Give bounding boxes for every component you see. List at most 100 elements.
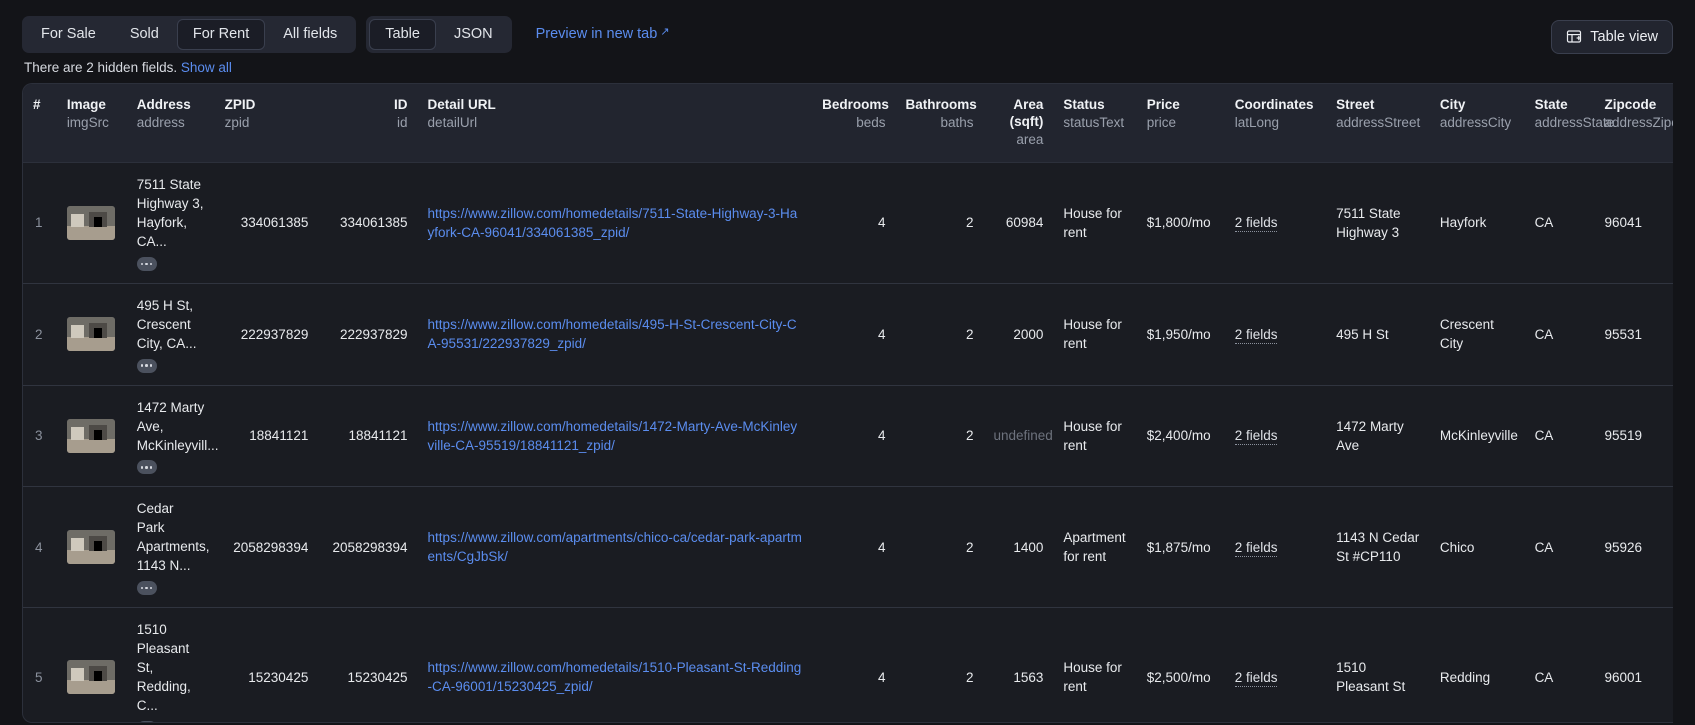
column-title: Bathrooms — [905, 97, 977, 112]
table-grid-icon — [1566, 29, 1582, 45]
row-address-city: Hayfork — [1429, 162, 1525, 284]
column-field-name: addressZipcode — [1604, 115, 1673, 130]
data-table-container[interactable]: # Image imgSrc Address address ZPID zpid ID id De… — [22, 83, 1673, 723]
detail-url-link[interactable]: https://www.zillow.com/homedetails/1510-… — [428, 660, 802, 694]
row-address-city: Redding — [1429, 607, 1525, 722]
column-header-addressState[interactable]: State addressState — [1524, 84, 1614, 163]
column-header-id[interactable]: ID id — [318, 84, 418, 163]
row-area: 60984 — [983, 162, 1054, 284]
tab-sold[interactable]: Sold — [114, 19, 175, 50]
column-title: Bedrooms — [822, 97, 889, 112]
table-row[interactable]: 3 1472 Marty Ave, McKinleyvill... 18841121… — [23, 385, 1673, 488]
row-address-city: Crescent City — [1429, 283, 1525, 386]
expand-address-ellipsis-button[interactable] — [136, 581, 157, 595]
column-title: Street — [1336, 97, 1375, 112]
detail-url-link[interactable]: https://www.zillow.com/homedetails/7511-… — [428, 206, 798, 240]
show-all-fields-link[interactable]: Show all — [181, 60, 232, 75]
column-header-detailUrl[interactable]: Detail URL detailUrl — [417, 84, 813, 163]
column-header-price[interactable]: Price price — [1136, 84, 1225, 163]
row-image-cell — [56, 283, 127, 386]
column-header-address[interactable]: Address address — [126, 84, 215, 163]
table-row[interactable]: 4 Cedar Park Apartments, 1143 N... 2058298… — [23, 486, 1673, 608]
column-header-addressZipcode[interactable]: Zipcode addressZipcode — [1594, 84, 1673, 163]
expand-address-ellipsis-button[interactable] — [136, 358, 157, 373]
dataset-tab-group: For Sale Sold For Rent All fields — [22, 15, 357, 53]
expand-address-ellipsis-button[interactable] — [136, 720, 157, 722]
property-thumbnail-image[interactable] — [66, 660, 115, 695]
row-beds: 4 — [812, 486, 896, 608]
row-status-text: House for rent — [1053, 162, 1137, 284]
property-thumbnail-image[interactable] — [66, 317, 115, 352]
table-view-button[interactable]: Table view — [1551, 20, 1673, 54]
column-header-statusText[interactable]: Status statusText — [1053, 84, 1137, 163]
table-row[interactable]: 5 1510 Pleasant St, Redding, C... 15230425… — [23, 607, 1673, 722]
row-baths: 2 — [895, 162, 984, 284]
column-header-imgSrc[interactable]: Image imgSrc — [56, 84, 127, 163]
table-row[interactable]: 1 7511 State Highway 3, Hayfork, CA... 334… — [23, 162, 1673, 284]
row-coordinates-cell: 2 fields — [1224, 607, 1327, 722]
row-price: $2,500/mo — [1136, 607, 1225, 722]
column-header-addressCity[interactable]: City addressCity — [1429, 84, 1525, 163]
tab-for-sale[interactable]: For Sale — [25, 19, 112, 50]
property-thumbnail-image[interactable] — [66, 418, 115, 453]
detail-url-link[interactable]: https://www.zillow.com/homedetails/495-H… — [428, 317, 797, 351]
column-title: Price — [1146, 97, 1180, 112]
column-header-baths[interactable]: Bathrooms baths — [895, 84, 984, 163]
tab-table[interactable]: Table — [369, 18, 436, 50]
column-header-latLong[interactable]: Coordinates latLong — [1224, 84, 1327, 163]
row-baths: 2 — [895, 283, 984, 386]
row-beds: 4 — [812, 162, 896, 284]
column-header-beds[interactable]: Bedrooms beds — [812, 84, 896, 163]
column-header-addressStreet[interactable]: Street addressStreet — [1326, 84, 1430, 163]
row-address-state: CA — [1524, 385, 1595, 488]
row-coordinates-cell: 2 fields — [1224, 162, 1327, 284]
row-baths: 2 — [895, 607, 984, 722]
coordinates-fields-link[interactable]: 2 fields — [1234, 669, 1278, 687]
address-text: 1472 Marty Ave, McKinleyvill... — [136, 399, 219, 453]
row-id: 2058298394 — [318, 486, 418, 608]
expand-address-ellipsis-button[interactable] — [136, 460, 157, 475]
coordinates-fields-link[interactable]: 2 fields — [1234, 428, 1278, 446]
address-text: 7511 State Highway 3, Hayfork, CA... — [136, 177, 204, 249]
row-number: 3 — [23, 385, 57, 488]
row-number: 4 — [23, 486, 57, 608]
row-address-cell: 7511 State Highway 3, Hayfork, CA... — [126, 162, 215, 284]
external-link-arrow-icon: ↗ — [660, 26, 670, 38]
row-zpid: 18841121 — [214, 385, 319, 488]
row-address-street: 1143 N Cedar St #CP110 — [1326, 486, 1430, 608]
row-address-state: CA — [1524, 283, 1595, 386]
row-zpid: 15230425 — [214, 607, 319, 722]
row-baths: 2 — [895, 486, 984, 608]
column-header-zpid[interactable]: ZPID zpid — [214, 84, 319, 163]
column-field-name: addressStreet — [1336, 115, 1421, 130]
toolbar: For Sale Sold For Rent All fields Table JSON… — [22, 0, 1673, 54]
coordinates-fields-link[interactable]: 2 fields — [1234, 215, 1278, 233]
hidden-fields-text: There are 2 hidden fields. — [24, 60, 178, 75]
tab-for-rent[interactable]: For Rent — [176, 18, 266, 50]
row-address-city: McKinleyville — [1429, 385, 1525, 488]
coordinates-fields-link[interactable]: 2 fields — [1234, 326, 1278, 344]
row-address-cell: 495 H St, Crescent City, CA... — [126, 283, 215, 386]
column-header-index[interactable]: # — [23, 84, 57, 163]
row-baths: 2 — [895, 385, 984, 488]
column-header-area[interactable]: Area (sqft) area — [983, 84, 1054, 163]
row-address-cell: 1510 Pleasant St, Redding, C... — [126, 607, 215, 722]
row-status-text: Apartment for rent — [1053, 486, 1137, 608]
column-title: Status — [1063, 97, 1105, 112]
tab-all-fields[interactable]: All fields — [267, 19, 353, 50]
property-thumbnail-image[interactable] — [66, 205, 115, 240]
tab-json[interactable]: JSON — [438, 19, 509, 50]
table-row[interactable]: 2 495 H St, Crescent City, CA... 222937829… — [23, 283, 1673, 386]
coordinates-fields-link[interactable]: 2 fields — [1234, 539, 1278, 557]
preview-in-new-tab-link[interactable]: Preview in new tab ↗ — [536, 26, 670, 42]
column-title: Detail URL — [427, 97, 496, 112]
row-address-zipcode: 95926 — [1594, 486, 1673, 608]
table-view-label: Table view — [1590, 29, 1658, 45]
column-field-name: detailUrl — [427, 115, 478, 130]
property-thumbnail-image[interactable] — [66, 530, 115, 565]
detail-url-link[interactable]: https://www.zillow.com/apartments/chico-… — [428, 530, 802, 564]
column-field-name: area — [1016, 132, 1044, 147]
preview-link-label: Preview in new tab — [535, 26, 658, 42]
detail-url-link[interactable]: https://www.zillow.com/homedetails/1472-… — [428, 419, 798, 453]
expand-address-ellipsis-button[interactable] — [136, 256, 157, 271]
